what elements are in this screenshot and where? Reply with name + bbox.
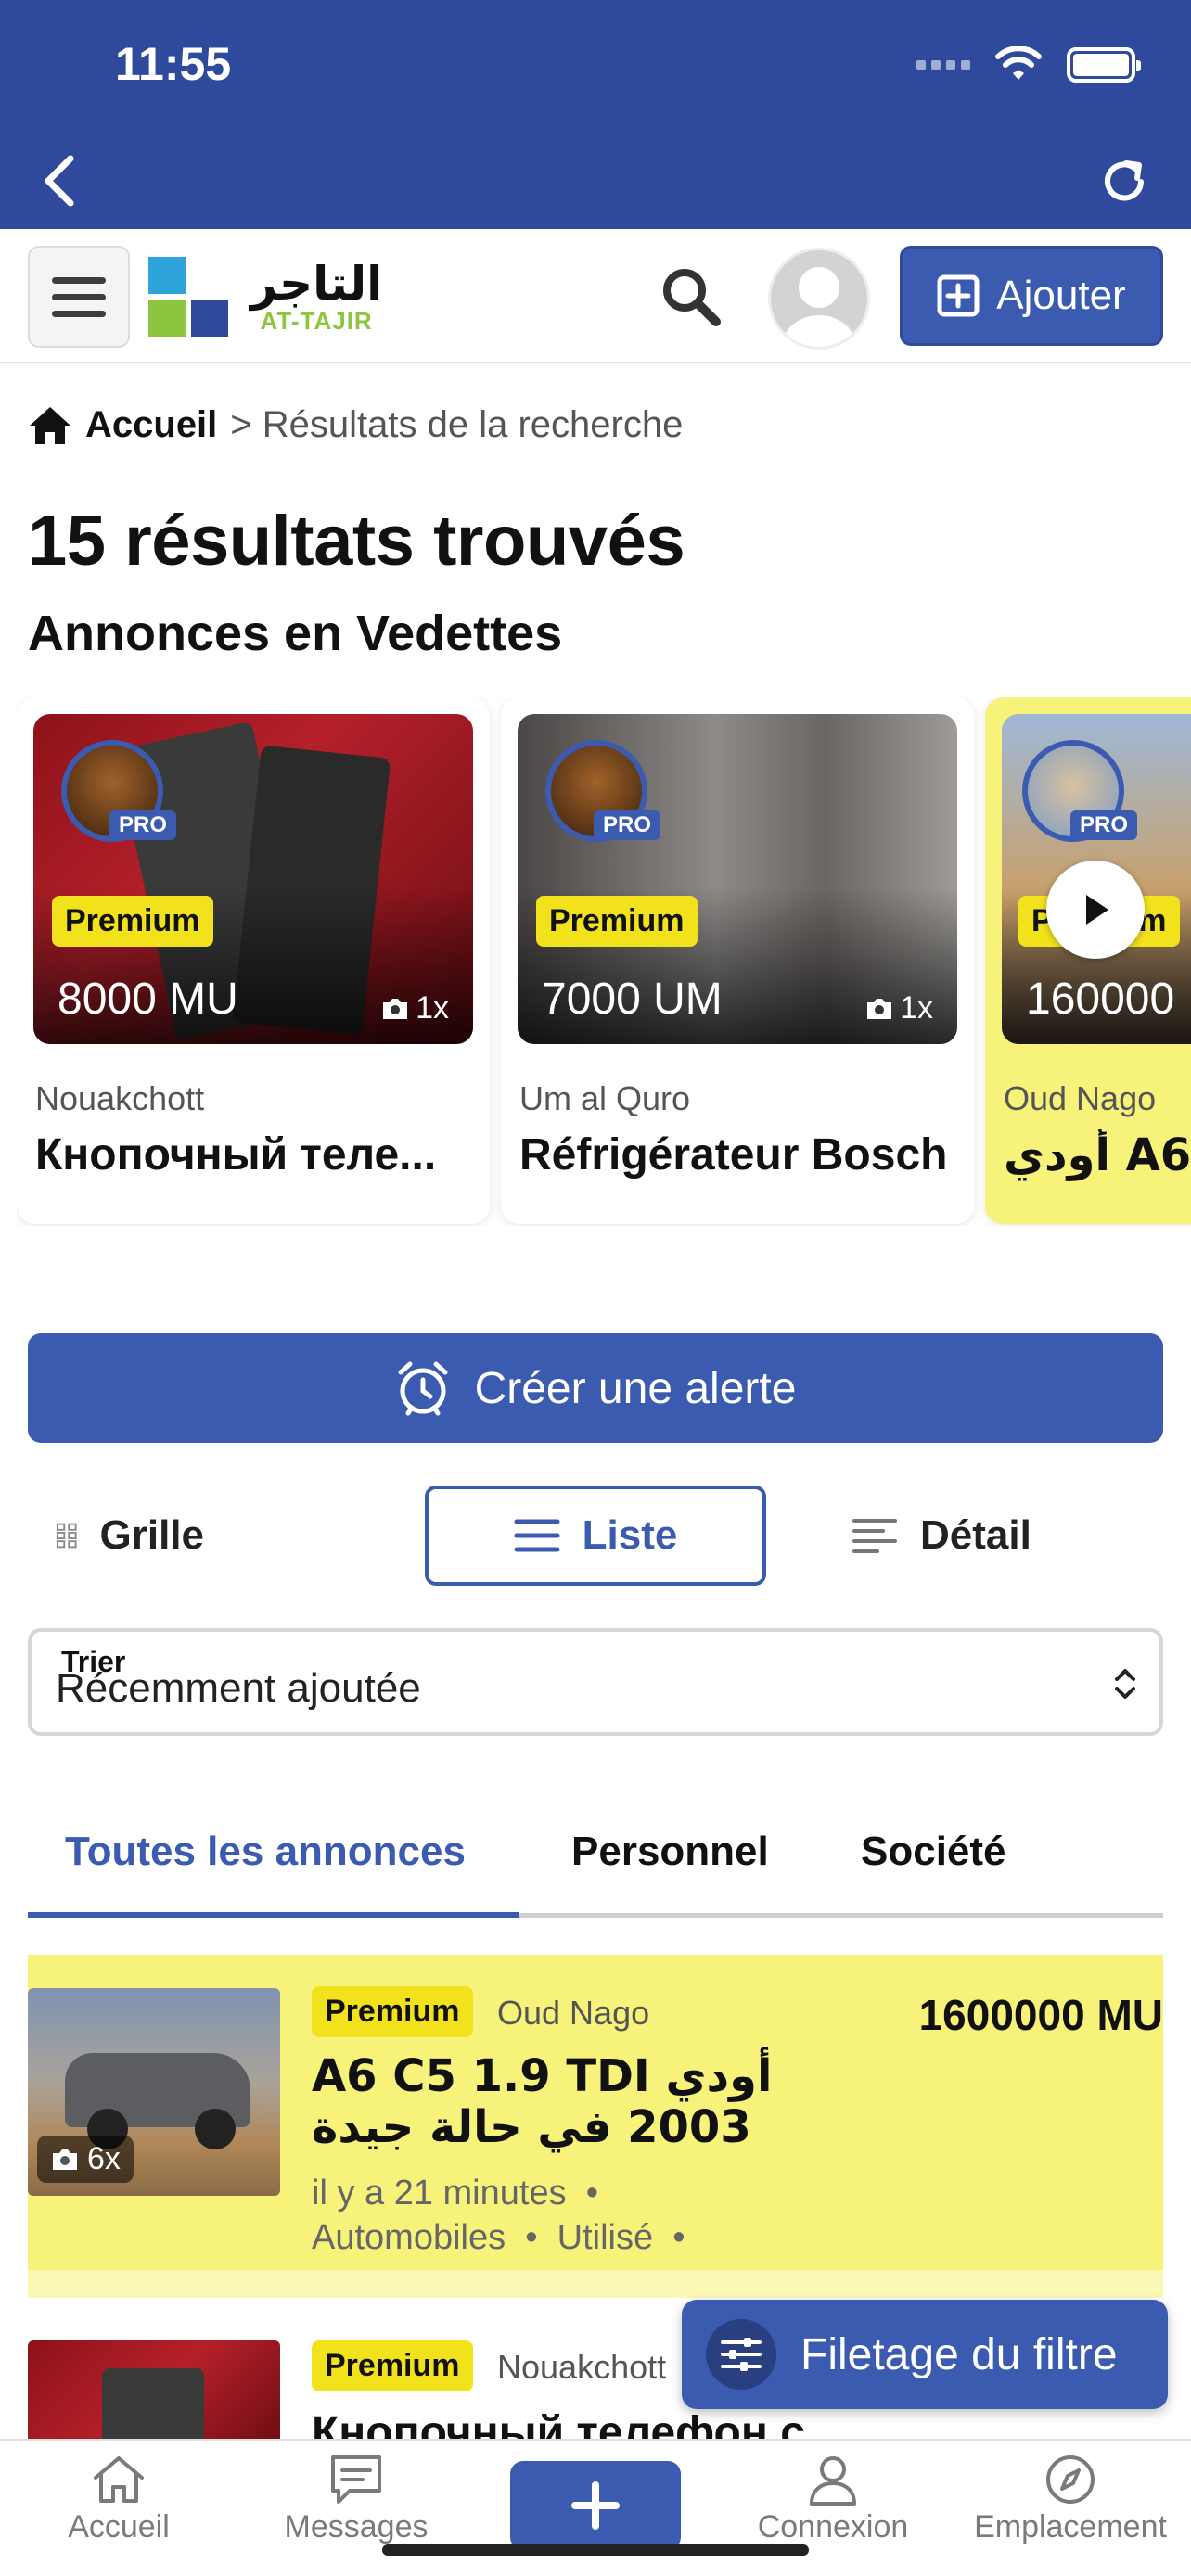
featured-title[interactable]: أودي A6 [1004, 1129, 1191, 1181]
featured-card-image: PRO Premium 7000 UM 1x [518, 714, 957, 1044]
listing-row[interactable]: 6x Premium Oud Nago 1600000 MU أودي A6 C… [28, 1955, 1163, 2298]
page-title: 15 résultats trouvés [28, 502, 685, 580]
breadcrumb-home-link[interactable]: Accueil [85, 404, 217, 446]
message-icon [331, 2455, 381, 2504]
listing-meta-category: Automobiles • Utilisé • [312, 2218, 685, 2257]
play-video-button[interactable] [1046, 861, 1145, 959]
nav-home[interactable]: Accueil [17, 2454, 221, 2545]
logo-mark-icon [148, 257, 232, 337]
search-icon[interactable] [659, 264, 724, 329]
featured-title[interactable]: Кнопочный теле... [35, 1129, 471, 1180]
reload-icon[interactable] [1098, 156, 1150, 208]
filter-button-label: Filetage du filtre [800, 2329, 1118, 2379]
detail-lines-icon [852, 1519, 897, 1553]
camera-icon [53, 2149, 77, 2170]
home-icon[interactable] [28, 405, 72, 446]
battery-icon [1067, 47, 1141, 83]
add-listing-button[interactable]: Ajouter [900, 246, 1163, 346]
nav-add-button[interactable] [510, 2461, 681, 2550]
premium-badge: Premium [52, 896, 213, 947]
play-icon [1086, 895, 1108, 925]
breadcrumb-current: > Résultats de la recherche [230, 404, 684, 445]
create-alert-button[interactable]: Créer une alerte [28, 1333, 1163, 1443]
listing-price: 1600000 MU [918, 1991, 1163, 2039]
list-icon [514, 1519, 560, 1552]
premium-badge: Premium [536, 896, 698, 947]
app-top-bar: 11:55 [0, 0, 1191, 229]
listing-title[interactable]: أودي A6 C5 1.9 TDI 2003 في حالة جيدة [312, 2050, 905, 2153]
breadcrumb: Accueil > Résultats de la recherche [28, 404, 683, 446]
view-grid-button[interactable]: Grille [28, 1486, 204, 1586]
logo-latin-text: AT-TAJIR [260, 307, 373, 335]
featured-city: Nouakchott [35, 1079, 205, 1117]
status-icons [916, 46, 1141, 83]
logo-arabic-text: التاجر [250, 257, 383, 311]
tab-all-listings[interactable]: Toutes les annonces [65, 1829, 466, 1875]
compass-icon [1046, 2455, 1095, 2504]
create-alert-label: Créer une alerte [474, 1363, 797, 1413]
view-detail-button[interactable]: Détail [852, 1486, 1130, 1586]
featured-title[interactable]: Réfrigérateur Bosch [519, 1129, 955, 1180]
plus-icon [571, 2481, 620, 2530]
filter-button[interactable]: Filetage du filtre [682, 2300, 1168, 2409]
pro-seller-badge: PRO [545, 740, 661, 842]
featured-city: Oud Nago [1004, 1079, 1157, 1117]
listing-thumbnail: 6x [28, 1988, 280, 2196]
nav-messages[interactable]: Messages [254, 2454, 458, 2545]
photo-count: 1x [380, 990, 449, 1027]
photo-count: 6x [37, 2136, 134, 2183]
featured-city: Um al Quro [519, 1079, 691, 1117]
view-mode-toggle: Grille Liste Détail [28, 1486, 1163, 1586]
add-listing-label: Ajouter [996, 273, 1126, 318]
up-down-chevron-icon [1115, 1669, 1135, 1699]
featured-card-image: PRO Premium 8000 MU 1x [33, 714, 473, 1044]
camera-icon [383, 998, 408, 1019]
user-outline-icon [810, 2456, 856, 2506]
nav-location[interactable]: Emplacement [968, 2454, 1172, 2545]
view-list-button[interactable]: Liste [425, 1486, 766, 1586]
back-chevron-icon[interactable] [41, 153, 78, 209]
wifi-icon [995, 46, 1042, 80]
site-logo[interactable]: التاجر AT-TAJIR [148, 257, 382, 337]
status-time: 11:55 [115, 38, 232, 90]
tab-personal[interactable]: Personnel [571, 1829, 769, 1875]
premium-badge: Premium [312, 1986, 473, 2037]
home-outline-icon [94, 2456, 144, 2503]
featured-section-title: Annonces en Vedettes [28, 606, 563, 661]
listing-divider [28, 2270, 1163, 2298]
listing-city: Oud Nago [497, 1994, 650, 2032]
camera-icon [867, 998, 892, 1019]
featured-carousel[interactable]: PRO Premium 8000 MU 1x Nouakchott Кнопоч… [17, 697, 1191, 1226]
listing-tabs: Toutes les annonces Personnel Société [28, 1803, 1163, 1918]
featured-price: 7000 UM [542, 975, 723, 1024]
cellular-signal-icon [916, 60, 970, 70]
pro-seller-badge: PRO [1022, 740, 1138, 842]
nav-login[interactable]: Connexion [731, 2454, 935, 2545]
pro-seller-badge: PRO [61, 740, 177, 842]
hamburger-menu-button[interactable] [28, 246, 130, 348]
listing-city: Nouakchott [497, 2348, 667, 2386]
photo-count: 1x [864, 990, 933, 1027]
sort-select[interactable]: Trier Récemment ajoutée [28, 1628, 1163, 1736]
premium-badge: Premium [312, 2340, 473, 2391]
grid-icon [56, 1523, 77, 1549]
featured-card[interactable]: PRO Premium 160000 Oud Nago أودي A6 [985, 697, 1191, 1224]
featured-price: 8000 MU [58, 975, 238, 1024]
featured-price: 160000 [1026, 975, 1175, 1024]
listing-meta-time: il y a 21 minutes • [312, 2174, 598, 2213]
featured-card[interactable]: PRO Premium 7000 UM 1x Um al Quro Réfrig… [501, 697, 974, 1224]
sort-value: Récemment ajoutée [56, 1665, 421, 1711]
user-avatar[interactable] [768, 248, 870, 350]
active-tab-indicator [28, 1912, 519, 1918]
alarm-clock-icon [398, 1361, 448, 1416]
tab-company[interactable]: Société [861, 1829, 1006, 1875]
featured-card-image: PRO Premium 160000 [1002, 714, 1191, 1044]
plus-square-icon [937, 274, 980, 317]
site-header: التاجر AT-TAJIR Ajouter [0, 229, 1191, 363]
featured-card[interactable]: PRO Premium 8000 MU 1x Nouakchott Кнопоч… [17, 697, 490, 1224]
listing-thumbnail [28, 2340, 280, 2452]
user-silhouette-icon [782, 267, 856, 347]
home-indicator [382, 2544, 809, 2556]
filter-sliders-icon [706, 2319, 776, 2390]
